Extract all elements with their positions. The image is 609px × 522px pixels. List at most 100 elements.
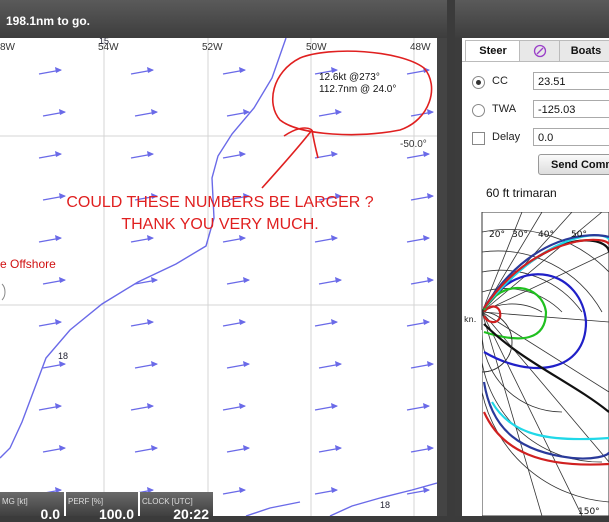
steer-window-titlebar — [455, 0, 609, 38]
perf-stat: PERF [%] 100.0 — [66, 492, 138, 522]
angle-label: 150° — [578, 507, 600, 516]
stat-label: PERF [%] — [68, 497, 104, 506]
twa-radio[interactable] — [472, 104, 485, 117]
compass-icon — [533, 44, 547, 58]
wind-arrow-icon — [222, 487, 246, 495]
wind-arrow-icon — [38, 319, 62, 327]
wind-arrow-icon — [130, 235, 154, 243]
tab-boats[interactable]: Boats — [559, 40, 609, 61]
polar-title: 60 ft trimaran — [486, 186, 557, 200]
offshore-label: e Offshore — [0, 257, 56, 271]
wind-arrow-icon — [134, 109, 158, 117]
radio-selected-dot — [476, 80, 481, 85]
wind-arrow-icon — [318, 361, 342, 369]
tab-divider — [462, 61, 609, 62]
wind-arrow-icon — [222, 319, 246, 327]
stat-value: 100.0 — [98, 506, 134, 522]
depth-label: 18 — [380, 500, 391, 510]
wind-arrows — [38, 67, 434, 495]
stat-value: 0.0 — [40, 506, 60, 522]
map-canvas[interactable] — [0, 38, 437, 516]
wind-arrow-icon — [130, 151, 154, 159]
twa-label: TWA — [492, 103, 517, 115]
wind-arrow-icon — [222, 151, 246, 159]
distance-to-go: 198.1nm to go. — [6, 14, 91, 28]
lon-label-50w: 50W — [306, 42, 327, 53]
tab-steer[interactable]: Steer — [465, 40, 521, 61]
map-window: 198.1nm to go. 8W 54W 15 52W 50W 48W -50… — [0, 0, 447, 522]
lon-label-52w: 52W — [202, 42, 223, 53]
wind-arrow-icon — [134, 361, 158, 369]
chart-map[interactable]: 8W 54W 15 52W 50W 48W -50.0° 12.6kt @273… — [0, 38, 437, 516]
wind-arrow-icon — [38, 235, 62, 243]
wind-arrow-icon — [38, 67, 62, 75]
wind-arrow-icon — [42, 277, 66, 285]
wind-arrow-icon — [226, 109, 250, 117]
small-label-15: 15 — [99, 38, 110, 46]
wind-arrow-icon — [318, 109, 342, 117]
twa-input[interactable]: -125.03 — [533, 100, 609, 118]
cc-label: CC — [492, 75, 508, 87]
wind-speed-direction: 12.6kt @273° — [319, 72, 380, 83]
wind-arrow-icon — [222, 235, 246, 243]
stat-value: 20:22 — [173, 506, 209, 522]
wind-arrow-icon — [130, 319, 154, 327]
clock-stat: CLOCK [UTC] 20:22 — [140, 492, 213, 522]
stats-bar: MG [kt] 0.0 PERF [%] 100.0 CLOCK [UTC] 2… — [0, 492, 213, 522]
steer-panel-body: Steer Boats CC 23.51 TWA -125.03 Delay 0… — [462, 38, 609, 516]
wind-arrow-icon — [222, 67, 246, 75]
wind-arrow-icon — [226, 277, 250, 285]
speed-unit-label: kn. — [464, 315, 476, 324]
wind-arrow-icon — [42, 361, 66, 369]
steer-window: Steer Boats CC 23.51 TWA -125.03 Delay 0… — [455, 0, 609, 516]
polar-diagram: 20° 30° 40° 50° 150° kn. 2 6 10 14 18 22 — [462, 212, 609, 516]
boat-marker[interactable] — [1, 283, 6, 301]
wind-arrow-icon — [130, 403, 154, 411]
wind-arrow-icon — [130, 67, 154, 75]
angle-label: 50° — [571, 230, 587, 240]
map-window-titlebar: 198.1nm to go. — [0, 0, 447, 38]
vmg-stat: MG [kt] 0.0 — [0, 492, 64, 522]
delay-checkbox[interactable] — [472, 132, 485, 145]
depth-label: 18 — [58, 351, 69, 361]
wind-arrow-icon — [226, 361, 250, 369]
wind-info-tooltip: 12.6kt @273° 112.7nm @ 24.0° — [319, 72, 396, 96]
annotation-text: COULD THESE NUMBERS BE LARGER ? THANK YO… — [40, 192, 400, 236]
angle-label: 20° — [489, 230, 505, 240]
polar-frame — [481, 212, 609, 516]
lat-label: -50.0° — [400, 139, 427, 150]
wind-arrow-icon — [42, 109, 66, 117]
wind-arrow-icon — [406, 319, 430, 327]
send-command-button[interactable]: Send Command — [538, 154, 609, 175]
distance-bearing: 112.7nm @ 24.0° — [319, 84, 397, 95]
wind-arrow-icon — [314, 319, 338, 327]
wind-arrow-icon — [314, 487, 338, 495]
wind-arrow-icon — [314, 235, 338, 243]
delay-label: Delay — [492, 131, 521, 143]
angle-label: 40° — [538, 230, 554, 240]
wind-arrow-icon — [406, 151, 430, 159]
wind-arrow-icon — [134, 445, 158, 453]
lon-label-58w: 8W — [0, 42, 15, 53]
cc-input[interactable]: 23.51 — [533, 72, 609, 90]
wind-arrow-icon — [318, 277, 342, 285]
stat-label: CLOCK [UTC] — [142, 497, 193, 506]
wind-arrow-icon — [38, 151, 62, 159]
wind-arrow-icon — [406, 403, 430, 411]
wind-arrow-icon — [406, 235, 430, 243]
stat-label: MG [kt] — [2, 497, 28, 506]
angle-label: 30° — [512, 230, 528, 240]
wind-arrow-icon — [222, 403, 246, 411]
wind-arrow-icon — [38, 403, 62, 411]
wind-arrow-icon — [226, 445, 250, 453]
lon-label-48w: 48W — [410, 42, 431, 53]
tab-compass[interactable] — [519, 40, 561, 61]
annotation-line-1: COULD THESE NUMBERS BE LARGER ? — [66, 194, 374, 211]
wind-arrow-icon — [314, 403, 338, 411]
delay-input[interactable]: 0.0 — [533, 128, 609, 146]
cc-radio[interactable] — [472, 76, 485, 89]
speed-axis-bg — [462, 330, 482, 516]
wind-arrow-icon — [318, 445, 342, 453]
wind-arrow-icon — [42, 445, 66, 453]
annotation-line-2: THANK YOU VERY MUCH. — [121, 216, 319, 233]
